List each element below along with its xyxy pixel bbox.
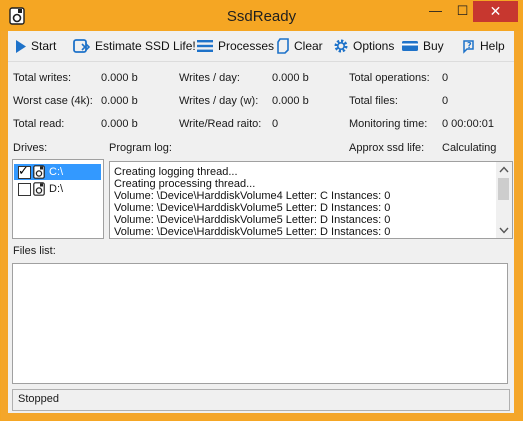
help-button[interactable]: ? Help [460, 37, 505, 55]
writes-per-day-value: 0.000 b [272, 72, 309, 84]
total-operations-value: 0 [442, 72, 449, 84]
total-read-value: 0.000 b [101, 118, 138, 130]
play-icon [16, 39, 26, 53]
buy-label: Buy [423, 39, 444, 53]
svg-text:?: ? [467, 41, 472, 50]
processes-label: Processes [218, 39, 275, 53]
list-icon [197, 40, 213, 52]
log-line: Creating processing thread... [114, 178, 256, 190]
scroll-thumb[interactable] [498, 178, 509, 200]
card-icon [402, 41, 418, 51]
writes-per-day-label: Writes / day: [179, 72, 240, 84]
log-line: Volume: \Device\HarddiskVolume5 Letter: … [114, 202, 391, 214]
toolbar: Start Estimate SSD Life! Processes Clear… [8, 31, 514, 62]
log-line: Creating logging thread... [114, 166, 238, 178]
monitoring-time-label: Monitoring time: [349, 118, 428, 130]
files-list-label: Files list: [13, 245, 56, 257]
status-bar: Stopped [12, 389, 510, 411]
total-files-value: 0 [442, 95, 449, 107]
scroll-down-icon[interactable] [499, 227, 509, 234]
program-log[interactable]: Creating logging thread... Creating proc… [109, 161, 513, 239]
drive-item-d[interactable]: D:\ [14, 181, 101, 197]
drive-icon [33, 182, 45, 196]
clear-label: Clear [294, 39, 323, 53]
options-button[interactable]: Options [333, 37, 394, 55]
writes-per-day-w-value: 0.000 b [272, 95, 309, 107]
total-files-label: Total files: [349, 95, 398, 107]
writes-per-day-w-label: Writes / day (w): [179, 95, 259, 107]
program-log-label: Program log: [109, 142, 172, 154]
drive-c-label: C:\ [49, 166, 64, 178]
program-log-lines: Creating logging thread... Creating proc… [114, 166, 494, 238]
help-icon: ? [463, 40, 474, 54]
estimate-ssd-life-button[interactable]: Estimate SSD Life! [73, 37, 196, 55]
buy-button[interactable]: Buy [401, 37, 444, 55]
monitoring-time-value: 0 00:00:01 [442, 118, 494, 130]
status-text: Stopped [18, 393, 59, 405]
gear-icon [334, 39, 348, 53]
write-read-ratio-label: Write/Read raito: [179, 118, 262, 130]
approx-ssd-life-value: Calculating [442, 142, 497, 154]
log-line: Volume: \Device\HarddiskVolume5 Letter: … [114, 214, 391, 226]
worst-case-value: 0.000 b [101, 95, 138, 107]
worst-case-label: Worst case (4k): [13, 95, 93, 107]
log-scrollbar[interactable] [496, 162, 512, 238]
total-writes-label: Total writes: [13, 72, 72, 84]
drive-item-c[interactable]: ✓ C:\ [14, 163, 101, 180]
estimate-label: Estimate SSD Life! [95, 39, 196, 53]
scroll-up-icon[interactable] [499, 166, 509, 173]
drives-label: Drives: [13, 142, 48, 154]
drive-icon [33, 165, 45, 179]
drive-c-checkbox[interactable]: ✓ [18, 163, 31, 179]
close-button[interactable]: ✕ [473, 1, 518, 22]
drives-list[interactable]: ✓ C:\ D:\ [12, 159, 104, 239]
log-line: Volume: \Device\HarddiskVolume5 Letter: … [114, 226, 391, 238]
processes-button[interactable]: Processes [196, 37, 274, 55]
start-label: Start [31, 39, 57, 53]
clear-button[interactable]: Clear [276, 37, 323, 55]
clear-page-icon [277, 38, 289, 54]
drive-d-checkbox[interactable] [18, 182, 31, 196]
total-operations-label: Total operations: [349, 72, 430, 84]
minimize-button[interactable]: — [422, 1, 449, 22]
app-window: SsdReady — ☐ ✕ Start Estimate SSD Life! … [0, 0, 523, 421]
log-line: Volume: \Device\HarddiskVolume4 Letter: … [114, 190, 391, 202]
drive-d-label: D:\ [49, 183, 64, 195]
total-writes-value: 0.000 b [101, 72, 138, 84]
help-label: Help [480, 39, 505, 53]
estimate-icon [73, 39, 91, 53]
maximize-button[interactable]: ☐ [449, 1, 476, 22]
total-read-label: Total read: [13, 118, 65, 130]
approx-ssd-life-label: Approx ssd life: [349, 142, 425, 154]
start-button[interactable]: Start [14, 37, 56, 55]
files-list[interactable] [12, 263, 508, 384]
title-bar[interactable]: SsdReady — ☐ ✕ [1, 1, 522, 31]
client-area: Start Estimate SSD Life! Processes Clear… [8, 31, 514, 413]
options-label: Options [353, 39, 395, 53]
write-read-ratio-value: 0 [272, 118, 279, 130]
